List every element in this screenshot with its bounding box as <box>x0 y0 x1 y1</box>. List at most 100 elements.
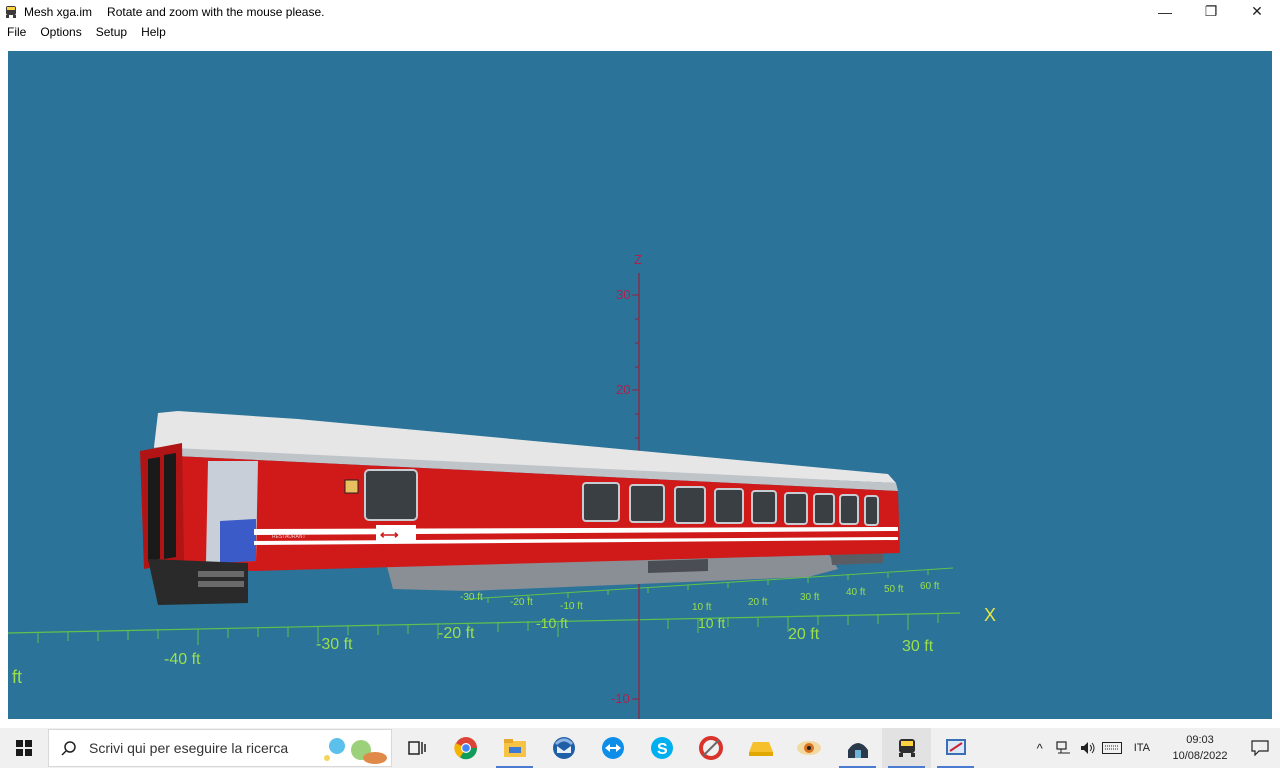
3d-viewport[interactable]: X -40 ft -30 ft -20 ft -10 ft 10 ft 20 f… <box>8 51 1272 719</box>
x-tick-label: -40 ft <box>164 651 201 668</box>
volume-icon[interactable] <box>1076 728 1100 768</box>
menu-help[interactable]: Help <box>134 23 173 42</box>
y-tick-label: 60 ft <box>920 581 940 592</box>
train-window <box>813 493 835 525</box>
chrome-button[interactable] <box>441 728 490 768</box>
skype-icon: S <box>650 737 673 759</box>
train-end-door <box>164 453 176 559</box>
train-window <box>714 488 744 524</box>
start-button[interactable] <box>0 728 48 768</box>
menu-options[interactable]: Options <box>33 23 88 42</box>
mesh-app-button[interactable] <box>882 728 931 768</box>
y-tick-label: 50 ft <box>884 584 904 595</box>
menu-file[interactable]: File <box>0 23 33 42</box>
train-underframe-detail <box>648 559 708 573</box>
y-tick-label: 20 ft <box>748 597 768 608</box>
network-icon[interactable] <box>1052 728 1076 768</box>
drive-icon <box>748 742 773 756</box>
chevron-up-icon[interactable]: ^ <box>1028 728 1052 768</box>
y-tick-label: -30 ft <box>460 592 483 603</box>
x-tick-label: 20 ft <box>788 626 820 643</box>
train-sign <box>344 479 359 494</box>
drive-button[interactable] <box>735 728 784 768</box>
minimize-button[interactable]: — <box>1142 0 1188 23</box>
svg-text:⟷: ⟷ <box>380 527 399 542</box>
train-car-model[interactable]: ⟷ RESTAURANT <box>140 411 900 605</box>
teamviewer-icon <box>601 737 624 759</box>
train-step <box>198 581 244 587</box>
clock-date: 10/08/2022 <box>1172 750 1228 762</box>
eye-icon <box>796 741 821 755</box>
window-message: Rotate and zoom with the mouse please. <box>107 4 325 19</box>
keyboard-icon[interactable] <box>1100 728 1124 768</box>
viewer-button[interactable] <box>784 728 833 768</box>
thunderbird-button[interactable] <box>539 728 588 768</box>
teamviewer-button[interactable] <box>588 728 637 768</box>
task-view-icon <box>407 741 426 755</box>
window-title: Mesh xga.im <box>24 4 93 19</box>
system-tray: ^ ITA 09:03 10/08/2022 <box>1028 728 1280 768</box>
chrome-icon <box>453 737 477 760</box>
y-tick-label: 10 ft <box>692 602 712 613</box>
z-tick-label: 20 <box>616 382 630 397</box>
x-tick-label: -10 ft <box>536 615 568 631</box>
folder-icon <box>503 739 526 757</box>
train-side-text: RESTAURANT <box>272 534 306 540</box>
close-button[interactable]: ✕ <box>1234 0 1280 23</box>
clock-time: 09:03 <box>1186 734 1214 746</box>
dome-button[interactable] <box>833 728 882 768</box>
ccleaner-icon <box>698 736 723 760</box>
maximize-button[interactable]: ❐ <box>1188 0 1234 23</box>
thunderbird-icon <box>552 737 575 759</box>
sbb-logo: ⟷ <box>376 525 416 543</box>
edge-label: ft <box>12 667 22 687</box>
search-placeholder: Scrivi qui per eseguire la ricerca <box>89 740 289 756</box>
editor-button[interactable] <box>931 728 980 768</box>
x-axis-label: X <box>984 605 996 625</box>
x-axis: X -40 ft -30 ft -20 ft -10 ft 10 ft 20 f… <box>8 605 996 687</box>
windows-icon <box>16 740 32 756</box>
z-axis-label: Z <box>634 252 642 267</box>
y-tick-label: 30 ft <box>800 592 820 603</box>
search-highlight-icon <box>317 732 389 766</box>
y-tick-label: -20 ft <box>510 597 533 608</box>
taskbar: Scrivi qui per eseguire la ricerca S ^ I… <box>0 728 1280 768</box>
train-window <box>839 494 859 525</box>
train-window <box>629 484 665 523</box>
train-app-icon <box>4 5 18 19</box>
skype-button[interactable]: S <box>637 728 686 768</box>
x-tick-label: -20 ft <box>438 625 475 642</box>
train-end-door <box>148 457 160 561</box>
train-window <box>674 486 706 524</box>
train-step <box>198 571 244 577</box>
train-window <box>582 482 620 522</box>
dome-icon <box>847 743 868 758</box>
x-tick-label: 30 ft <box>902 638 934 655</box>
taskbar-search[interactable]: Scrivi qui per eseguire la ricerca <box>48 729 392 767</box>
train-icon <box>898 739 915 757</box>
y-tick-label: 40 ft <box>846 587 866 598</box>
z-tick-label: 30 <box>616 287 630 302</box>
train-window <box>751 490 777 524</box>
train-end-face <box>140 443 184 569</box>
svg-text:S: S <box>657 741 668 758</box>
clock[interactable]: 09:03 10/08/2022 <box>1160 732 1240 764</box>
menu-setup[interactable]: Setup <box>89 23 134 42</box>
title-bar: Mesh xga.im Rotate and zoom with the mou… <box>0 0 1280 23</box>
notification-button[interactable] <box>1240 728 1280 768</box>
train-window <box>864 495 879 526</box>
menu-bar: File Options Setup Help <box>0 23 1280 42</box>
file-explorer-button[interactable] <box>490 728 539 768</box>
language-indicator[interactable]: ITA <box>1124 742 1160 754</box>
task-view-button[interactable] <box>392 728 441 768</box>
scene-svg: X -40 ft -30 ft -20 ft -10 ft 10 ft 20 f… <box>8 252 996 719</box>
train-window <box>784 492 808 525</box>
x-tick-label: 10 ft <box>698 615 725 631</box>
editor-icon <box>945 739 966 755</box>
y-tick-label: -10 ft <box>560 601 583 612</box>
x-tick-label: -30 ft <box>316 636 353 653</box>
ccleaner-button[interactable] <box>686 728 735 768</box>
train-window <box>364 469 418 521</box>
z-tick-label: -10 <box>611 691 630 706</box>
search-icon <box>49 740 89 756</box>
